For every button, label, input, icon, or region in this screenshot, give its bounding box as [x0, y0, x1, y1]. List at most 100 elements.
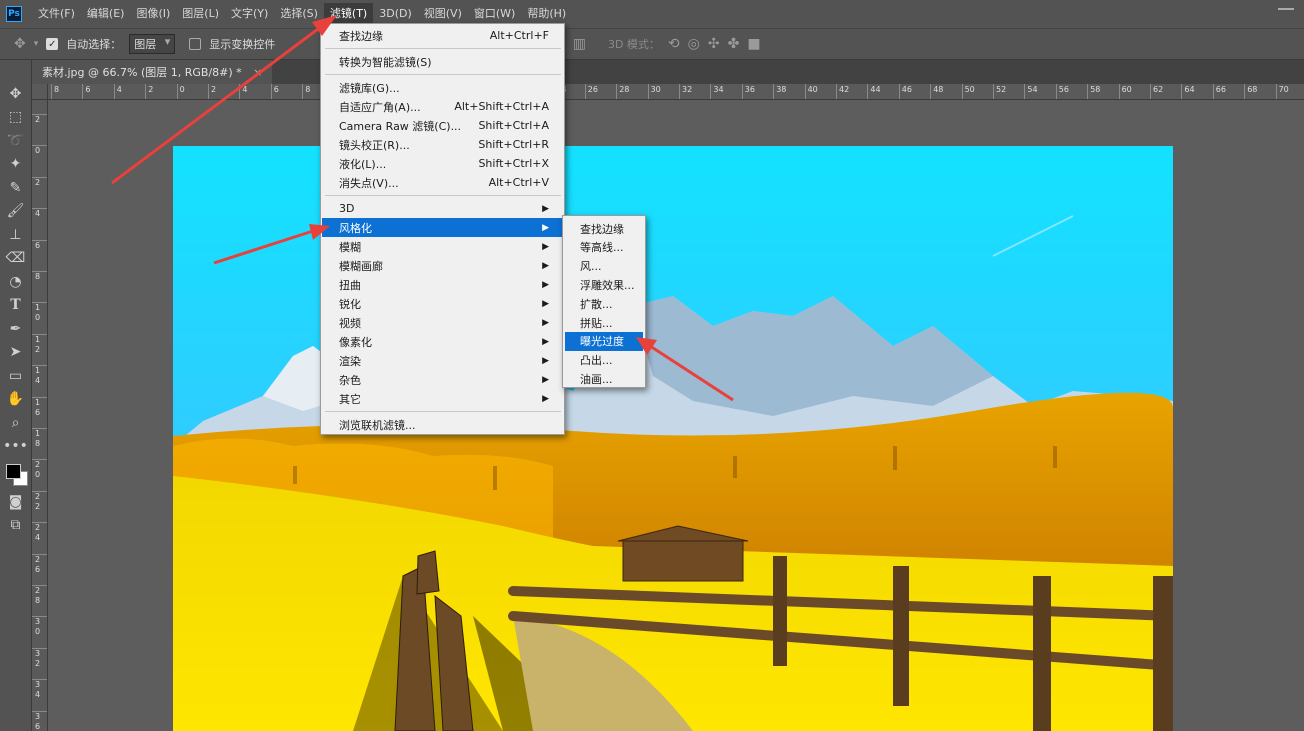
stylize-submenu-item[interactable]: 油画...: [565, 369, 643, 388]
ruler-tick-label: 2: [32, 176, 47, 188]
minimize-button[interactable]: [1278, 8, 1294, 10]
foreground-color-swatch[interactable]: [5, 464, 21, 479]
stylize-submenu-item[interactable]: 拼贴...: [565, 313, 643, 332]
filter-menu-item[interactable]: 查找边缘 Alt+Ctrl+F: [322, 26, 563, 45]
menu-item-shortcut: Alt+Ctrl+V: [488, 176, 549, 189]
ruler-tick-label: 3 0: [32, 616, 47, 637]
menu-3d[interactable]: 3D(D): [373, 3, 418, 25]
submenu-arrow-icon: ▶: [542, 298, 549, 309]
menu-item-label: 液化(L)...: [339, 157, 387, 171]
stylize-submenu-item[interactable]: 凸出...: [565, 351, 643, 370]
screen-mode-icon[interactable]: ⧉: [4, 514, 28, 538]
ruler-tick-label: 3 2: [32, 647, 47, 669]
filter-menu-item[interactable]: 镜头校正(R)... Shift+Ctrl+R: [322, 135, 563, 154]
menu-help[interactable]: 帮助(H): [521, 3, 572, 25]
ruler-tick-label: 2 4: [32, 522, 47, 543]
menu-item-label: 镜头校正(R)...: [339, 138, 410, 152]
filter-menu-item[interactable]: Camera Raw 滤镜(C)... Shift+Ctrl+A: [322, 116, 563, 135]
filter-menu-item[interactable]: 3D ▶: [322, 199, 563, 218]
menu-view[interactable]: 视图(V): [418, 3, 468, 25]
stylize-submenu-item[interactable]: 浮雕效果...: [565, 275, 643, 294]
ruler-tick-label: 1 4: [32, 365, 47, 386]
ruler-tick-label: 1 0: [32, 302, 47, 323]
ruler-tick-label: 1 8: [32, 428, 47, 449]
marquee-tool-icon[interactable]: ⬚: [4, 106, 28, 130]
menu-filter[interactable]: 滤镜(T): [323, 3, 374, 25]
stamp-tool-icon[interactable]: ⊥: [4, 223, 28, 247]
show-transform-checkbox[interactable]: [189, 38, 202, 50]
menu-type[interactable]: 文字(Y): [225, 3, 274, 25]
eyedropper-tool-icon[interactable]: ✎: [4, 176, 28, 200]
document-tab[interactable]: 素材.jpg @ 66.7% (图层 1, RGB/8#) * ×: [32, 60, 273, 84]
menu-image[interactable]: 图像(I): [130, 3, 176, 25]
stylize-submenu-item[interactable]: 曝光过度: [565, 331, 643, 351]
filter-menu-item[interactable]: 转换为智能滤镜(S): [322, 52, 563, 71]
distribute-icon[interactable]: ▥: [573, 36, 586, 52]
more-tools-icon[interactable]: •••: [3, 435, 28, 459]
filter-menu-dropdown: 查找边缘 Alt+Ctrl+F 转换为智能滤镜(S) 滤镜库(G)... 自适应广角(A…: [320, 23, 565, 435]
orbit-3d-icon[interactable]: ⟲: [668, 36, 680, 52]
menu-layer[interactable]: 图层(L): [176, 3, 225, 25]
filter-menu-item[interactable]: 自适应广角(A)... Alt+Shift+Ctrl+A: [322, 97, 563, 116]
menu-item-label: 模糊: [339, 240, 361, 254]
menu-window[interactable]: 窗口(W): [468, 3, 521, 25]
ruler-tick-label: 50: [961, 84, 975, 99]
filter-menu-item[interactable]: 扭曲 ▶: [322, 275, 563, 294]
eraser-tool-icon[interactable]: ⌫: [4, 247, 28, 271]
color-swatches[interactable]: [4, 462, 28, 490]
ruler-tick-label: 56: [1055, 84, 1069, 99]
shape-tool-icon[interactable]: ▭: [4, 364, 28, 388]
move-tool-icon[interactable]: ✥: [14, 36, 26, 52]
auto-select-checkbox[interactable]: ✓: [46, 38, 59, 50]
filter-menu-item[interactable]: 视频 ▶: [322, 313, 563, 332]
filter-menu-item[interactable]: 模糊画廊 ▶: [322, 256, 563, 275]
filter-menu-item[interactable]: 模糊 ▶: [322, 237, 563, 256]
menu-item-label: 查找边缘: [339, 29, 383, 43]
close-icon[interactable]: ×: [253, 66, 262, 79]
filter-menu-item[interactable]: 消失点(V)... Alt+Ctrl+V: [322, 173, 563, 192]
roll-3d-icon[interactable]: ◎: [688, 36, 700, 52]
menu-edit[interactable]: 编辑(E): [81, 3, 131, 25]
filter-menu-item[interactable]: 滤镜库(G)...: [322, 78, 563, 97]
move-tool-icon[interactable]: ✥: [4, 82, 28, 106]
filter-menu-item[interactable]: 渲染 ▶: [322, 351, 563, 370]
filter-menu-item[interactable]: 风格化 ▶: [322, 218, 563, 237]
drag-3d-icon[interactable]: ✣: [708, 36, 720, 52]
ruler-tick-label: 70: [1275, 84, 1289, 99]
menu-separator: [325, 411, 561, 412]
magic-wand-tool-icon[interactable]: ✦: [4, 153, 28, 177]
pen-tool-icon[interactable]: ✒: [4, 317, 28, 341]
lasso-tool-icon[interactable]: ➰: [4, 129, 28, 153]
menu-file[interactable]: 文件(F): [32, 3, 81, 25]
filter-menu-item[interactable]: 锐化 ▶: [322, 294, 563, 313]
stylize-submenu-item[interactable]: 风...: [565, 257, 643, 276]
ruler-tick-label: 2 8: [32, 585, 47, 606]
dodge-tool-icon[interactable]: ◔: [4, 270, 28, 294]
filter-menu-item[interactable]: 其它 ▶: [322, 389, 563, 408]
filter-menu-item[interactable]: 液化(L)... Shift+Ctrl+X: [322, 154, 563, 173]
ruler-tick-label: 8: [32, 271, 47, 282]
menu-select[interactable]: 选择(S): [274, 3, 324, 25]
filter-menu-item[interactable]: 浏览联机滤镜...: [322, 415, 563, 434]
type-tool-icon[interactable]: T: [4, 294, 28, 318]
menu-item-label: 风格化: [339, 221, 372, 235]
scale-3d-icon[interactable]: ■: [747, 36, 760, 52]
stylize-submenu-item[interactable]: 等高线...: [565, 238, 643, 257]
filter-menu-item[interactable]: 杂色 ▶: [322, 370, 563, 389]
ruler-tick-label: 42: [836, 84, 849, 99]
slide-3d-icon[interactable]: ✤: [728, 36, 740, 52]
stylize-submenu-item[interactable]: 扩散...: [565, 294, 643, 313]
stylize-submenu-item[interactable]: 查找边缘: [565, 219, 643, 238]
ruler-tick-label: 60: [1118, 84, 1132, 99]
ruler-tick-label: 6: [270, 84, 279, 99]
ruler-tick-label: 6: [32, 239, 47, 251]
document-tab-bar: 素材.jpg @ 66.7% (图层 1, RGB/8#) * ×: [32, 60, 1304, 84]
auto-select-dropdown[interactable]: 图层: [129, 34, 176, 54]
hand-tool-icon[interactable]: ✋: [4, 388, 28, 412]
brush-tool-icon[interactable]: 🖌: [4, 200, 28, 224]
filter-menu-item[interactable]: 像素化 ▶: [322, 332, 563, 351]
path-select-tool-icon[interactable]: ➤: [4, 341, 28, 365]
chevron-down-icon[interactable]: ▾: [34, 39, 39, 49]
zoom-tool-icon[interactable]: ⌕: [4, 411, 28, 435]
quick-mask-icon[interactable]: ◙: [4, 490, 28, 514]
